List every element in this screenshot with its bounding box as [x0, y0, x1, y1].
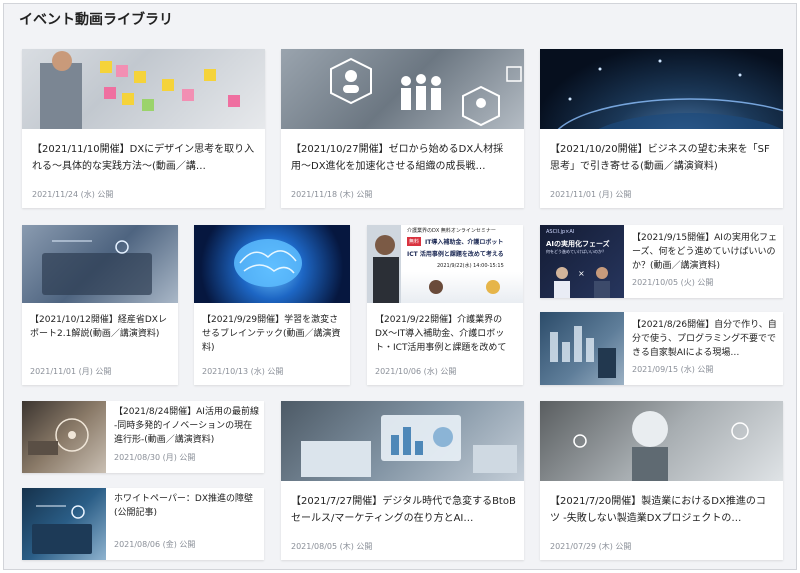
card-thumbnail: 介護業界のDX 無料オンラインセミナー 無料 IT導入補助金、介護ロボット IC…	[367, 225, 523, 303]
card-thumbnail	[281, 49, 524, 129]
card-date: 2021/08/06 (金) 公開	[114, 540, 196, 549]
data-screen-illustration	[550, 326, 616, 378]
event-card[interactable]: 【2021/8/24開催】AI活用の最前線 -同時多発的イノベーションの現在進行…	[22, 401, 264, 473]
card-date: 2021/07/29 (木) 公開	[550, 542, 632, 551]
event-card[interactable]: 【2021/7/27開催】デジタル時代で急変するBtoBセールス/マーケティング…	[281, 401, 524, 560]
free-badge: 無料	[407, 237, 422, 246]
event-card[interactable]: 【2021/9/29開催】学習を激変させるブレインテック(動画／講演資料) 20…	[194, 225, 350, 385]
card-title: 【2021/7/20開催】製造業におけるDX推進のコツ -失敗しない製造業DXプ…	[550, 496, 766, 524]
caregiving-date: 2021/9/22(水) 14:00-15:15	[437, 263, 504, 269]
card-date: 2021/11/01 (月) 公開	[550, 190, 632, 199]
card-thumbnail	[22, 488, 106, 560]
card-title: ホワイトペーパー：DX推進の障壁(公開記事)	[114, 494, 254, 518]
caregiving-banner-top: 介護業界のDX 無料オンラインセミナー	[407, 228, 496, 234]
card-date: 2021/11/24 (水) 公開	[32, 190, 114, 199]
card-title: 【2021/9/15開催】AIの実用化フェーズ、何をどう進めていけばいいのか？(…	[632, 233, 777, 271]
event-card[interactable]: ホワイトペーパー：DX推進の障壁(公開記事) 2021/08/06 (金) 公開	[22, 488, 264, 560]
caregiving-line2: ICT 活用事例と課題を改めて考える	[407, 251, 504, 258]
brain-illustration	[234, 239, 302, 287]
card-thumbnail: ASCII.jp×AI AIの実用化フェーズ 何をどう進めていけばいいのか？ ×	[540, 225, 624, 298]
event-card[interactable]: 【2021/10/12開催】経産省DXレポート2.1解説(動画／講演資料) 20…	[22, 225, 178, 385]
network-people-illustration	[330, 57, 522, 127]
event-card[interactable]: 【2021/10/27開催】ゼロから始めるDX人材採用〜DX進化を加速化させる組…	[281, 49, 524, 208]
card-date: 2021/08/05 (木) 公開	[291, 542, 373, 551]
card-thumbnail	[281, 401, 524, 481]
card-title: 【2021/10/20開催】ビジネスの望む未来を「SF思考」で引き寄せる(動画／…	[550, 144, 770, 172]
card-date: 2021/09/15 (水) 公開	[632, 365, 714, 374]
event-card[interactable]: 【2021/8/26開催】自分で作り、自分で使う、プログラミング不要でできる自家…	[540, 312, 783, 385]
card-thumbnail	[22, 401, 106, 473]
laptop-network-illustration	[32, 505, 92, 554]
card-date: 2021/10/05 (火) 公開	[632, 278, 714, 287]
card-title: 【2021/9/22開催】介護業界のDX〜IT導入補助金、介護ロボット・ICT活…	[375, 315, 507, 353]
card-thumbnail	[540, 49, 783, 129]
factory-engineer-illustration	[573, 411, 749, 481]
laptop-hands-illustration	[42, 240, 152, 295]
earth-network-illustration	[557, 59, 783, 129]
card-date: 2021/10/13 (水) 公開	[202, 367, 284, 376]
card-title: 【2021/8/26開催】自分で作り、自分で使う、プログラミング不要でできる自家…	[632, 320, 777, 358]
speakers-illustration	[554, 267, 610, 298]
event-card[interactable]: 介護業界のDX 無料オンラインセミナー 無料 IT導入補助金、介護ロボット IC…	[367, 225, 523, 385]
card-title: 【2021/7/27開催】デジタル時代で急変するBtoBセールス/マーケティング…	[291, 496, 516, 524]
sticky-notes-illustration	[40, 51, 240, 129]
card-title: 【2021/10/27開催】ゼロから始めるDX人材採用〜DX進化を加速化させる組…	[291, 144, 504, 172]
card-thumbnail	[22, 49, 265, 129]
business-charts-illustration	[301, 415, 517, 477]
card-title: 【2021/9/29開催】学習を激変させるブレインテック(動画／講演資料)	[202, 315, 341, 353]
card-thumbnail	[22, 225, 178, 303]
card-date: 2021/08/30 (月) 公開	[114, 453, 196, 462]
card-date: 2021/10/06 (水) 公開	[375, 367, 457, 376]
event-card[interactable]: 【2021/11/10開催】DXにデザイン思考を取り入れる〜具体的な実践方法〜(…	[22, 49, 265, 208]
card-thumbnail	[540, 401, 783, 481]
card-date: 2021/11/01 (月) 公開	[30, 367, 112, 376]
card-title: 【2021/8/24開催】AI活用の最前線 -同時多発的イノベーションの現在進行…	[114, 407, 259, 445]
page-title: イベント動画ライブラリ	[19, 12, 173, 28]
event-card[interactable]: ASCII.jp×AI AIの実用化フェーズ 何をどう進めていけばいいのか？ ×…	[540, 225, 783, 298]
caregiving-line1: IT導入補助金、介護ロボット	[425, 239, 504, 246]
event-card[interactable]: 【2021/7/20開催】製造業におけるDX推進のコツ -失敗しない製造業DXプ…	[540, 401, 783, 560]
card-date: 2021/11/18 (木) 公開	[291, 190, 373, 199]
robot-hand-illustration	[28, 418, 89, 455]
ai-phase-x: ×	[578, 269, 585, 278]
card-title: 【2021/11/10開催】DXにデザイン思考を取り入れる〜具体的な実践方法〜(…	[32, 144, 255, 172]
card-thumbnail	[540, 312, 624, 385]
event-card[interactable]: 【2021/10/20開催】ビジネスの望む未来を「SF思考」で引き寄せる(動画／…	[540, 49, 783, 208]
card-thumbnail	[194, 225, 350, 303]
card-title: 【2021/10/12開催】経産省DXレポート2.1解説(動画／講演資料)	[30, 315, 167, 339]
